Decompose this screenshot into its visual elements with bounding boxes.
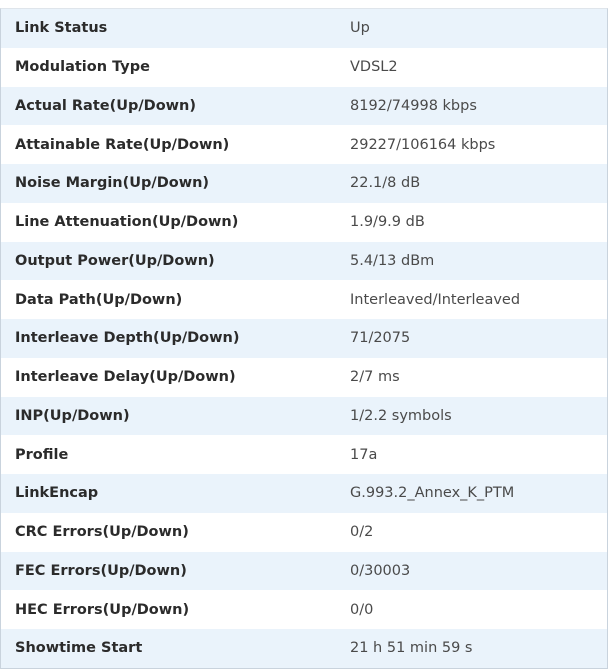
row-label: INP(Up/Down) — [15, 407, 130, 424]
row-label: Modulation Type — [15, 59, 150, 76]
row-label: Output Power(Up/Down) — [15, 252, 215, 269]
row-label: Showtime Start — [15, 640, 143, 657]
table-row-modulation-type: Modulation Type VDSL2 — [1, 47, 607, 87]
row-value: Interleaved/Interleaved — [350, 291, 521, 308]
table-row-hec-errors: HEC Errors(Up/Down) 0/0 — [1, 590, 607, 629]
row-label: FEC Errors(Up/Down) — [15, 562, 187, 579]
row-label: CRC Errors(Up/Down) — [15, 524, 189, 541]
table-row-link-status: Link Status Up — [1, 9, 607, 48]
table-row-output-power: Output Power(Up/Down) 5.4/13 dBm — [1, 241, 607, 281]
table-row-showtime-start: Showtime Start 21 h 51 min 59 s — [1, 629, 607, 668]
row-value: 0/2 — [350, 524, 374, 541]
row-label: Profile — [15, 446, 69, 463]
table-row-interleave-depth: Interleave Depth(Up/Down) 71/2075 — [1, 319, 607, 358]
row-value: VDSL2 — [350, 59, 398, 76]
table-row-interleave-delay: Interleave Delay(Up/Down) 2/7 ms — [1, 357, 607, 397]
row-value: 1/2.2 symbols — [350, 407, 452, 424]
row-label: Attainable Rate(Up/Down) — [15, 136, 230, 153]
row-value: 8192/74998 kbps — [350, 97, 477, 114]
table-row-fec-errors: FEC Errors(Up/Down) 0/30003 — [1, 551, 607, 591]
table-row-inp: INP(Up/Down) 1/2.2 symbols — [1, 396, 607, 436]
row-label: HEC Errors(Up/Down) — [15, 601, 190, 618]
row-value: 2/7 ms — [350, 369, 400, 386]
row-label: Noise Margin(Up/Down) — [15, 175, 210, 192]
row-value: 71/2075 — [350, 330, 411, 347]
dsl-status-table: Link Status Up Modulation Type VDSL2 Act… — [0, 8, 608, 669]
row-label: Actual Rate(Up/Down) — [15, 97, 197, 114]
row-value: 5.4/13 dBm — [350, 252, 435, 269]
row-value: Up — [350, 20, 370, 37]
table-row-line-attenuation: Line Attenuation(Up/Down) 1.9/9.9 dB — [1, 202, 607, 242]
row-value: 17a — [350, 446, 378, 463]
row-value: 0/0 — [350, 601, 374, 618]
row-label: Line Attenuation(Up/Down) — [15, 214, 239, 231]
table-row-link-encap: LinkEncap G.993.2_Annex_K_PTM — [1, 474, 607, 513]
row-value: 22.1/8 dB — [350, 175, 421, 192]
row-label: Data Path(Up/Down) — [15, 291, 183, 308]
table-row-profile: Profile 17a — [1, 435, 607, 474]
row-label: LinkEncap — [15, 485, 99, 502]
row-value: 29227/106164 kbps — [350, 136, 496, 153]
row-value: 0/30003 — [350, 562, 411, 579]
row-value: 21 h 51 min 59 s — [350, 640, 473, 657]
table-row-actual-rate: Actual Rate(Up/Down) 8192/74998 kbps — [1, 86, 607, 126]
row-value: G.993.2_Annex_K_PTM — [350, 485, 515, 502]
table-row-data-path: Data Path(Up/Down) Interleaved/Interleav… — [1, 280, 607, 319]
row-label: Interleave Delay(Up/Down) — [15, 369, 236, 386]
table-row-attainable-rate: Attainable Rate(Up/Down) 29227/106164 kb… — [1, 125, 607, 164]
row-label: Link Status — [15, 20, 108, 37]
table-row-noise-margin: Noise Margin(Up/Down) 22.1/8 dB — [1, 164, 607, 203]
row-label: Interleave Depth(Up/Down) — [15, 330, 240, 347]
table-row-crc-errors: CRC Errors(Up/Down) 0/2 — [1, 512, 607, 552]
row-value: 1.9/9.9 dB — [350, 214, 425, 231]
